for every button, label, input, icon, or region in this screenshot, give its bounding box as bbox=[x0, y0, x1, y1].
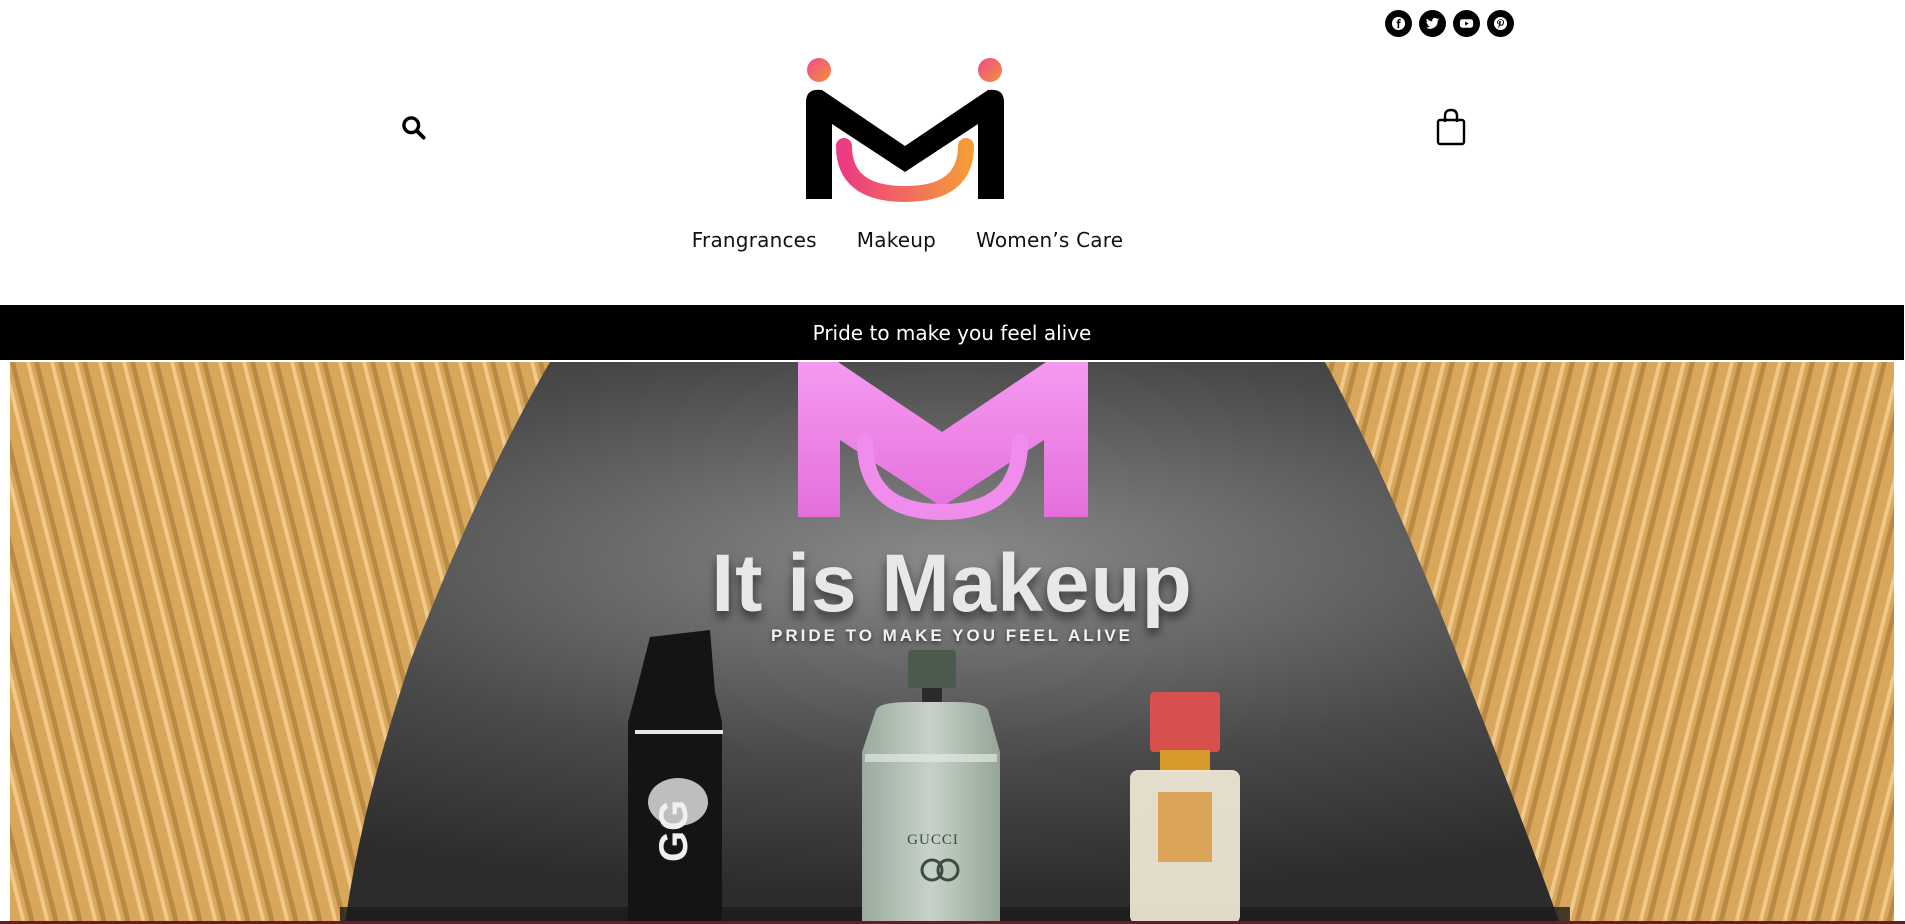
pinterest-icon bbox=[1493, 16, 1508, 31]
main-nav: Frangrances Makeup Women’s Care bbox=[0, 228, 1905, 252]
nav-item-fragrances[interactable]: Frangrances bbox=[692, 228, 817, 252]
announcement-text: Pride to make you feel alive bbox=[812, 320, 1092, 345]
search-button[interactable] bbox=[400, 114, 427, 145]
bottle-brand-label: GUCCI bbox=[907, 832, 959, 848]
hero-banner: It is Makeup PRIDE TO MAKE YOU FEEL ALIV… bbox=[10, 362, 1894, 924]
announcement-bar: Pride to make you feel alive bbox=[0, 305, 1904, 360]
nav-item-makeup[interactable]: Makeup bbox=[857, 228, 936, 252]
facebook-link[interactable] bbox=[1385, 10, 1412, 37]
pinterest-link[interactable] bbox=[1487, 10, 1514, 37]
nav-item-womens-care[interactable]: Women’s Care bbox=[976, 228, 1123, 252]
hero-tagline: PRIDE TO MAKE YOU FEEL ALIVE bbox=[770, 626, 1134, 645]
shopping-bag-icon bbox=[1436, 108, 1466, 146]
search-icon bbox=[402, 116, 426, 140]
youtube-icon bbox=[1459, 19, 1474, 28]
facebook-icon bbox=[1391, 16, 1406, 31]
spray-label: GG bbox=[652, 799, 696, 862]
hero-title: It is Makeup bbox=[711, 538, 1193, 629]
site-logo[interactable] bbox=[800, 54, 1010, 208]
twitter-icon bbox=[1425, 17, 1440, 29]
youtube-link[interactable] bbox=[1453, 10, 1480, 37]
logo-mark bbox=[806, 58, 1004, 203]
cart-button[interactable] bbox=[1436, 108, 1466, 150]
social-links bbox=[1385, 10, 1514, 37]
twitter-link[interactable] bbox=[1419, 10, 1446, 37]
